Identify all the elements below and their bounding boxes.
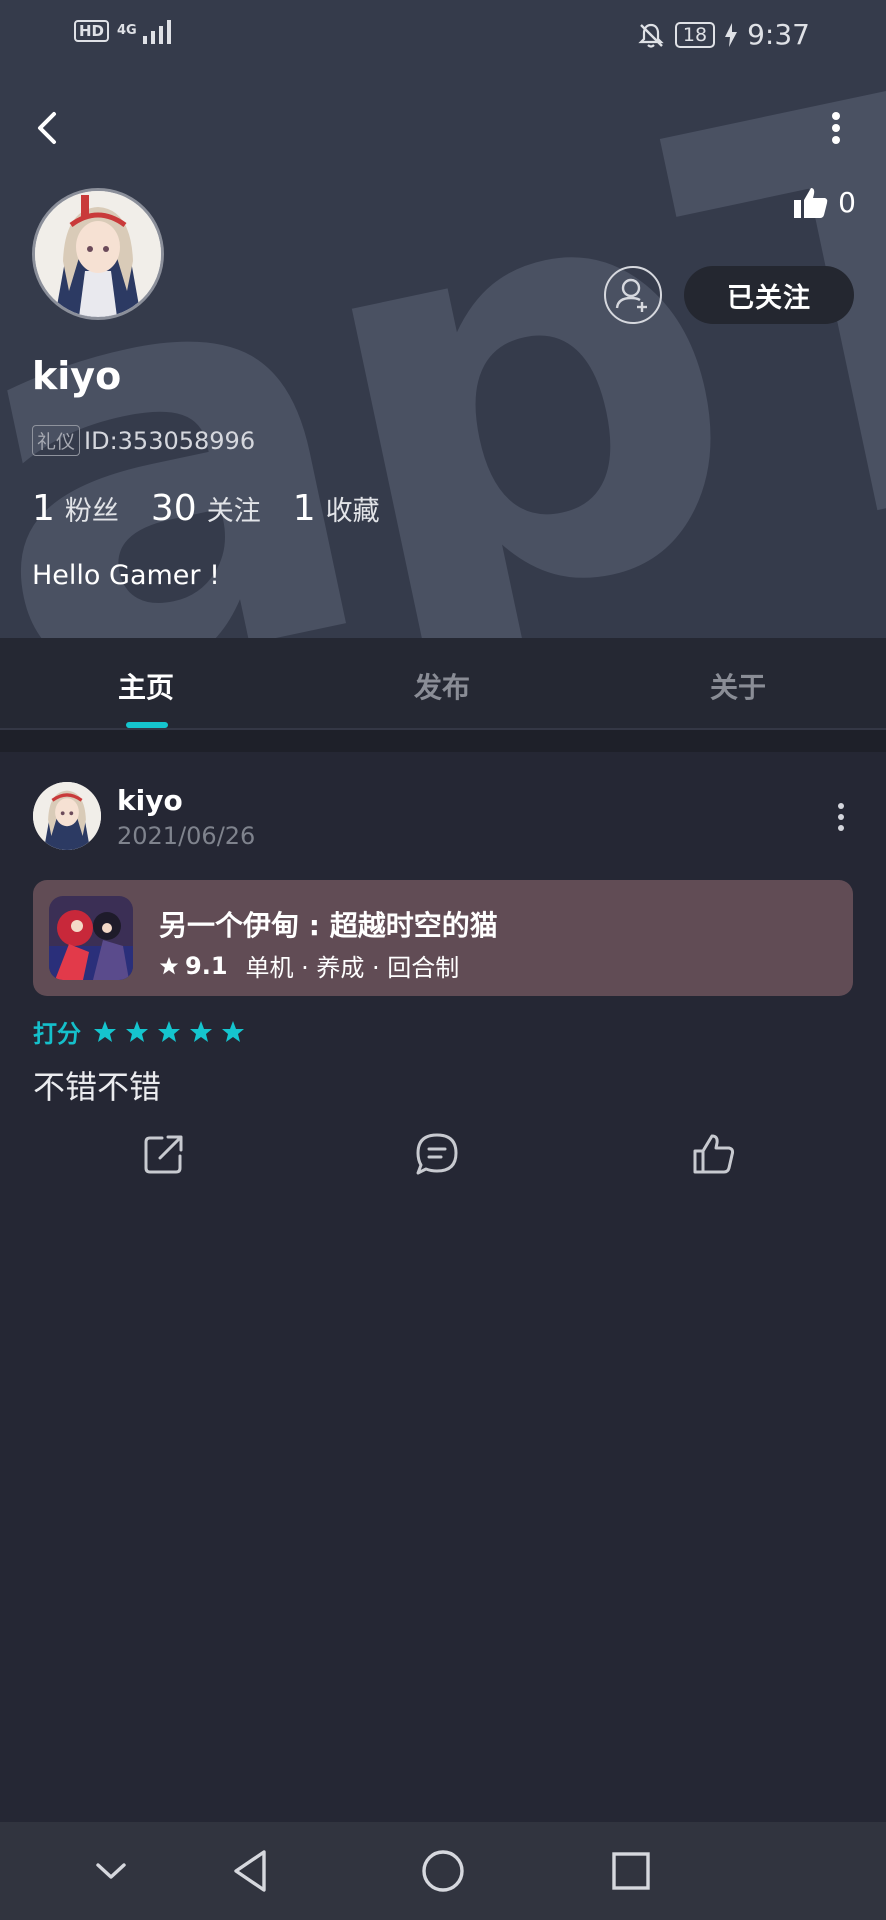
star-icon xyxy=(126,1020,148,1042)
status-left: HD 4G xyxy=(74,18,177,44)
comment-icon xyxy=(416,1133,458,1175)
active-tab-indicator xyxy=(126,722,168,728)
battery-indicator: 18 xyxy=(674,21,716,48)
profile-tabs: 主页 发布 关于 xyxy=(0,638,886,730)
nav-collapse-button[interactable] xyxy=(86,1846,136,1896)
like-button[interactable] xyxy=(692,1132,736,1176)
game-icon xyxy=(49,896,133,980)
nav-recents-button[interactable] xyxy=(606,1846,656,1896)
nav-back-button[interactable] xyxy=(228,1846,278,1896)
post-avatar[interactable] xyxy=(33,782,101,850)
game-tag: 回合制 xyxy=(387,954,460,982)
nav-home-button[interactable] xyxy=(418,1846,468,1896)
chevron-left-icon xyxy=(38,112,56,144)
home-circle-icon xyxy=(422,1850,464,1892)
game-tags: 单机 · 养成 · 回合制 xyxy=(246,948,460,983)
stat-following[interactable]: 30 关注 xyxy=(151,488,261,529)
user-id: ID:353058996 xyxy=(84,426,256,455)
share-button[interactable] xyxy=(142,1132,186,1176)
game-title: 另一个伊甸 : 超越时空的猫 xyxy=(159,909,498,942)
add-friend-button[interactable] xyxy=(604,266,662,324)
star-icon xyxy=(159,956,179,974)
rating-label: 打分 xyxy=(33,1020,81,1048)
avatar-image xyxy=(35,191,161,317)
star-icon xyxy=(190,1020,212,1042)
profile-stats: 1 粉丝 30 关注 1 收藏 xyxy=(32,488,380,529)
review-text: 不错不错 xyxy=(33,1068,162,1106)
share-icon xyxy=(144,1135,183,1174)
more-vertical-icon xyxy=(832,112,840,144)
tab-posts[interactable]: 发布 xyxy=(414,666,470,706)
game-tag: 单机 xyxy=(245,954,294,982)
back-triangle-icon xyxy=(234,1850,266,1892)
back-button[interactable] xyxy=(30,106,70,150)
game-cover-image xyxy=(49,896,133,980)
likes-count: 0 xyxy=(838,186,856,219)
stat-favorites[interactable]: 1 收藏 xyxy=(293,488,380,529)
system-nav-bar xyxy=(0,1822,886,1920)
tab-home[interactable]: 主页 xyxy=(118,666,174,706)
comment-button[interactable] xyxy=(415,1132,459,1176)
game-card[interactable]: 另一个伊甸 : 超越时空的猫 9.1 单机 · 养成 · 回合制 xyxy=(33,880,853,996)
profile-bio: Hello Gamer ! xyxy=(32,560,220,591)
section-divider xyxy=(0,730,886,752)
more-vertical-icon xyxy=(838,803,844,831)
badge-tag[interactable]: 礼仪 xyxy=(32,425,81,456)
chevron-down-icon xyxy=(96,1863,126,1879)
star-icon xyxy=(158,1020,180,1042)
profile-id-row: 礼仪 ID:353058996 xyxy=(32,425,255,456)
network-type: 4G xyxy=(117,23,137,38)
charging-icon xyxy=(725,22,738,47)
thumbs-up-icon xyxy=(693,1134,735,1174)
profile-header: apTap HD 4G 18 9:37 0 已关注 kiyo 礼仪 ID:353… xyxy=(0,0,886,638)
recents-square-icon xyxy=(612,1852,650,1890)
following-button[interactable]: 已关注 xyxy=(684,266,854,324)
post-username[interactable]: kiyo xyxy=(117,784,183,817)
star-icon xyxy=(94,1020,116,1042)
profile-likes[interactable]: 0 xyxy=(794,186,856,219)
avatar-image xyxy=(33,782,101,850)
star-icon xyxy=(222,1020,244,1042)
stat-number: 1 xyxy=(292,488,316,529)
tag-separator: · xyxy=(364,954,388,982)
tab-about[interactable]: 关于 xyxy=(710,666,766,706)
post-more-button[interactable] xyxy=(826,802,856,832)
signal-icon xyxy=(143,20,172,44)
status-right: 18 9:37 xyxy=(637,18,810,51)
profile-avatar[interactable] xyxy=(32,188,164,320)
add-user-icon xyxy=(615,278,647,312)
mute-bell-icon xyxy=(638,23,664,48)
hd-badge: HD xyxy=(74,20,110,42)
stat-followers[interactable]: 1 粉丝 xyxy=(32,488,119,529)
game-tag: 养成 xyxy=(316,954,365,982)
stat-number: 30 xyxy=(150,488,197,529)
stat-number: 1 xyxy=(32,488,55,529)
stat-label: 粉丝 xyxy=(64,496,119,527)
game-rating-value: 9.1 xyxy=(185,951,228,980)
more-options-button[interactable] xyxy=(816,106,856,150)
post-date: 2021/06/26 xyxy=(117,822,256,850)
review-rating: 打分 xyxy=(33,1014,245,1049)
game-rating: 9.1 xyxy=(159,952,228,980)
stat-label: 收藏 xyxy=(325,496,380,527)
stat-label: 关注 xyxy=(206,496,261,527)
profile-username: kiyo xyxy=(32,354,122,398)
tag-separator: · xyxy=(293,954,317,982)
clock: 9:37 xyxy=(747,18,810,51)
status-bar: HD 4G 18 9:37 xyxy=(0,0,886,70)
thumbs-up-icon xyxy=(794,187,828,218)
game-meta: 9.1 单机 · 养成 · 回合制 xyxy=(159,948,459,983)
